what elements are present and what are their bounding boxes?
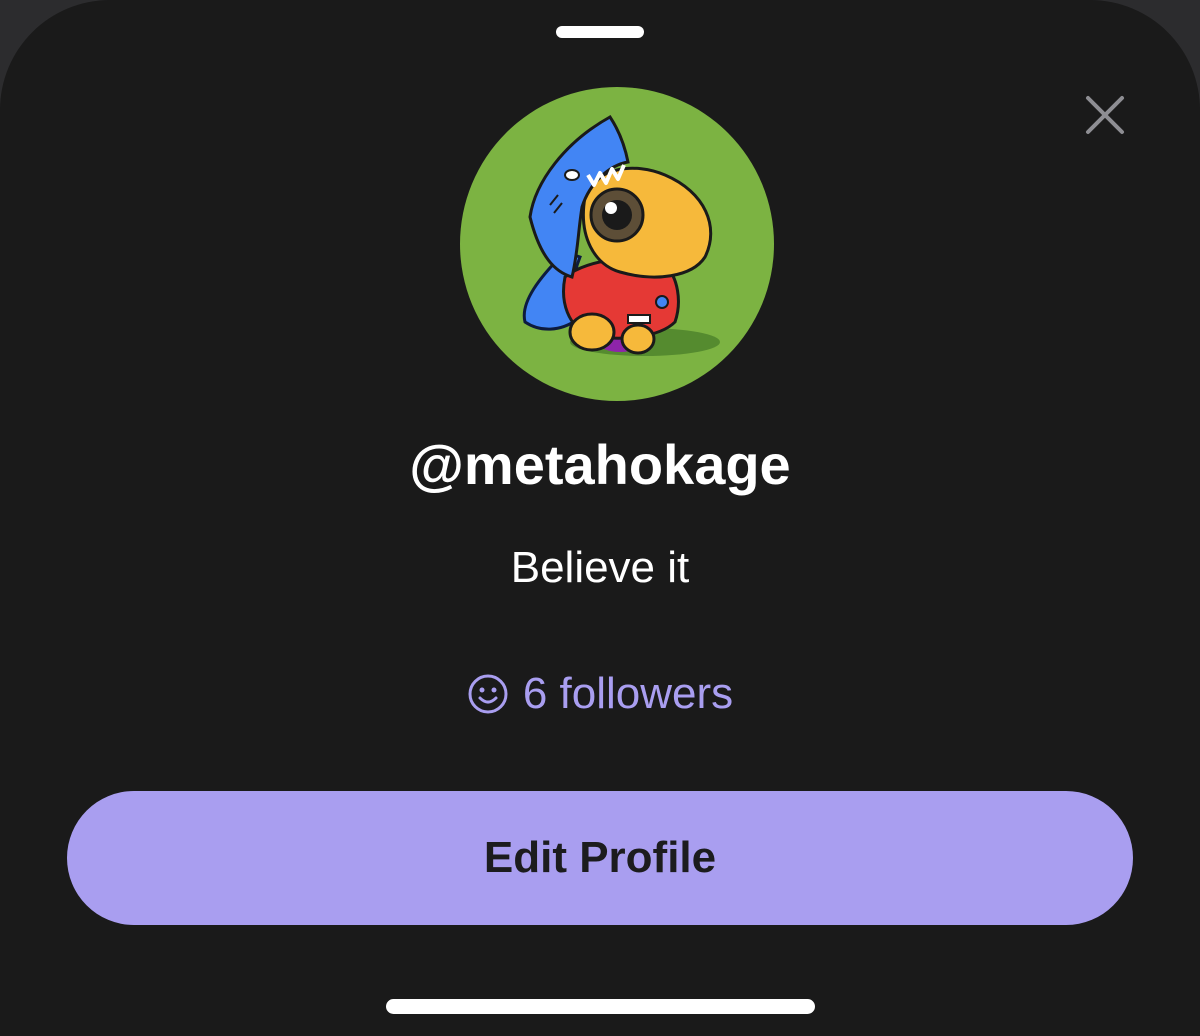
close-icon <box>1086 96 1124 134</box>
edit-profile-button[interactable]: Edit Profile <box>67 791 1133 925</box>
followers-link[interactable]: 6 followers <box>0 664 1200 724</box>
username: @metahokage <box>409 433 791 496</box>
smiley-face-icon <box>467 673 509 715</box>
cartoon-character-avatar-icon <box>522 115 720 356</box>
sheet-grabber-handle[interactable] <box>556 26 644 38</box>
followers-count-label: 6 followers <box>522 669 734 718</box>
bio: Believe it <box>510 543 690 592</box>
profile-sheet: @metahokage Believe it 6 followers Edit … <box>0 0 1200 1036</box>
home-indicator[interactable] <box>386 999 815 1014</box>
close-button[interactable] <box>1078 90 1132 144</box>
avatar[interactable] <box>460 87 774 401</box>
